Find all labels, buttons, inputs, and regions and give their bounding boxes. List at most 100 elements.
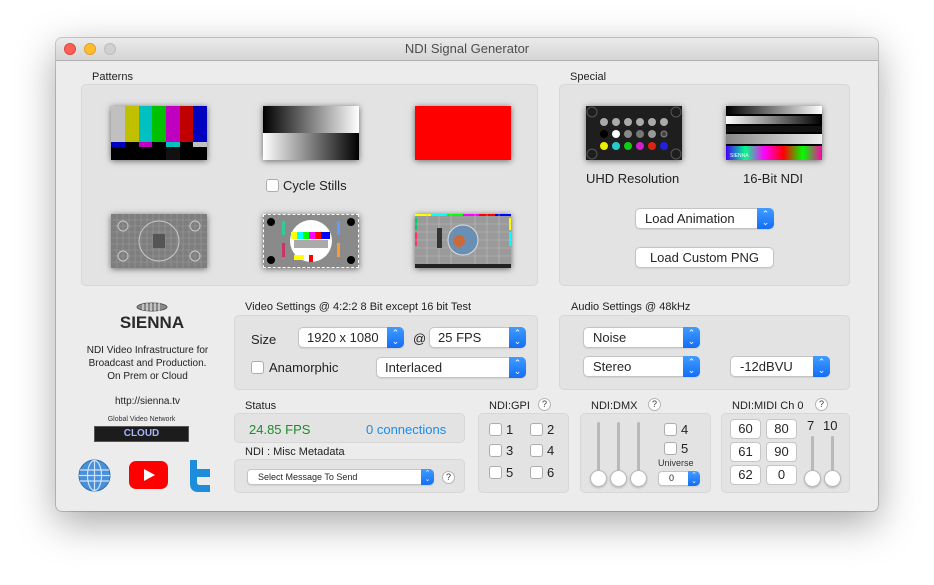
- midi-slider-10[interactable]: [824, 470, 841, 487]
- special-uhd-resolution[interactable]: [586, 106, 682, 160]
- audio-channels-popup[interactable]: Stereo ⌃ ⌄: [583, 356, 700, 377]
- pattern-color-bars[interactable]: [111, 106, 207, 160]
- gpi-label-4: 4: [547, 443, 555, 458]
- youtube-icon[interactable]: [129, 461, 168, 489]
- chevron-updown-icon: ⌃ ⌄: [509, 357, 526, 378]
- pattern-test-card-f[interactable]: [415, 214, 511, 268]
- dmx-checkbox-5[interactable]: [664, 442, 677, 455]
- gpi-label-3: 3: [506, 443, 514, 458]
- pattern-pm5544[interactable]: [263, 214, 359, 268]
- pattern-grayscale[interactable]: [263, 106, 359, 160]
- title-bar[interactable]: NDI Signal Generator: [56, 38, 878, 61]
- scan-mode-popup[interactable]: Interlaced ⌃ ⌄: [376, 357, 526, 378]
- gpi-checkbox-6[interactable]: [530, 466, 543, 479]
- grid-test-card-icon: [111, 214, 207, 268]
- dmx-label: NDI:DMX: [591, 400, 638, 412]
- brand-url-link[interactable]: http://sienna.tv: [70, 396, 225, 407]
- global-video-network-label: Global Video Network: [107, 416, 176, 423]
- pattern-grid-card[interactable]: [111, 214, 207, 268]
- color-bars-icon: [111, 106, 207, 160]
- dmx-slider-2[interactable]: [610, 470, 627, 487]
- gpi-label-5: 5: [506, 465, 514, 480]
- gpi-label-6: 6: [547, 465, 555, 480]
- audio-level-popup[interactable]: -12dBVU ⌃ ⌄: [730, 356, 830, 377]
- at-label: @: [413, 331, 427, 346]
- midi-slider-label-10: 10: [823, 418, 838, 433]
- gpi-help-button[interactable]: ?: [538, 398, 551, 411]
- size-popup[interactable]: 1920 x 1080 ⌃ ⌄: [298, 327, 404, 348]
- special-16bit-ndi[interactable]: SIENNA: [726, 106, 822, 160]
- gpi-label-1: 1: [506, 422, 514, 437]
- chevron-updown-icon: ⌃ ⌄: [688, 471, 700, 486]
- uhd-test-chart-icon: [586, 106, 682, 160]
- test-card-f-icon: [415, 214, 511, 268]
- midi-value-90[interactable]: 90: [766, 442, 797, 462]
- gpi-checkbox-2[interactable]: [530, 423, 543, 436]
- pattern-red[interactable]: [415, 106, 511, 160]
- dmx-help-button[interactable]: ?: [648, 398, 661, 411]
- metadata-message-popup[interactable]: Select Message To Send ⌃ ⌄: [247, 469, 434, 485]
- size-label: Size: [251, 332, 277, 347]
- dmx-slider-1[interactable]: [590, 470, 607, 487]
- audio-signal-popup[interactable]: Noise ⌃ ⌄: [583, 327, 700, 348]
- cloud-badge[interactable]: CLOUD: [94, 426, 189, 442]
- metadata-message-value: Select Message To Send: [258, 472, 358, 482]
- app-window: NDI Signal Generator Patterns Cycle Stil…: [56, 38, 878, 511]
- tagline-line-1: NDI Video Infrastructure for: [86, 345, 209, 356]
- metadata-label: NDI : Misc Metadata: [245, 446, 345, 458]
- midi-value-0[interactable]: 0: [766, 465, 797, 485]
- fps-value: 25 FPS: [438, 330, 482, 345]
- midi-value-62[interactable]: 62: [730, 465, 761, 485]
- sienna-logo[interactable]: SIENNA: [117, 300, 187, 332]
- audio-channels-value: Stereo: [593, 359, 632, 374]
- video-settings-label: Video Settings @ 4:2:2 8 Bit except 16 b…: [245, 301, 472, 313]
- dmx-checkbox-4[interactable]: [664, 423, 677, 436]
- cycle-stills-checkbox[interactable]: [266, 179, 279, 192]
- globe-icon[interactable]: [78, 459, 111, 492]
- load-animation-popup[interactable]: Load Animation ⌃ ⌄: [635, 208, 774, 229]
- gpi-checkbox-5[interactable]: [489, 466, 502, 479]
- fps-popup[interactable]: 25 FPS ⌃ ⌄: [429, 327, 526, 348]
- gpi-checkbox-3[interactable]: [489, 444, 502, 457]
- gpi-label-2: 2: [547, 422, 555, 437]
- chevron-updown-icon: ⌃ ⌄: [421, 469, 434, 485]
- midi-value-80[interactable]: 80: [766, 419, 797, 439]
- audio-signal-value: Noise: [593, 330, 627, 345]
- midi-slider-label-7: 7: [807, 418, 815, 433]
- chevron-updown-icon: ⌃ ⌄: [387, 327, 404, 348]
- 16bit-gradient-icon: SIENNA: [726, 106, 822, 160]
- status-label: Status: [245, 400, 277, 412]
- chevron-updown-icon: ⌃ ⌄: [683, 327, 700, 348]
- midi-value-60[interactable]: 60: [730, 419, 761, 439]
- tagline-line-2: Broadcast and Production.: [88, 358, 207, 369]
- pm5544-test-card-icon: [267, 218, 355, 264]
- load-animation-label: Load Animation: [645, 211, 735, 226]
- universe-value: 0: [669, 473, 675, 483]
- twitter-icon[interactable]: [188, 458, 212, 492]
- chevron-updown-icon: ⌃ ⌄: [509, 327, 526, 348]
- load-custom-png-button[interactable]: Load Custom PNG: [635, 247, 774, 268]
- midi-help-button[interactable]: ?: [815, 398, 828, 411]
- special-label: Special: [570, 71, 607, 83]
- gpi-checkbox-4[interactable]: [530, 444, 543, 457]
- chevron-updown-icon: ⌃ ⌄: [813, 356, 830, 377]
- dmx-check-label-4: 4: [681, 422, 689, 437]
- cycle-stills-label: Cycle Stills: [283, 178, 347, 193]
- midi-slider-7[interactable]: [804, 470, 821, 487]
- dmx-slider-3[interactable]: [630, 470, 647, 487]
- dmx-check-label-5: 5: [681, 441, 689, 456]
- midi-value-61[interactable]: 61: [730, 442, 761, 462]
- gpi-checkbox-1[interactable]: [489, 423, 502, 436]
- metadata-help-button[interactable]: ?: [442, 471, 455, 484]
- universe-label: Universe: [658, 458, 694, 468]
- fps-readout: 24.85 FPS: [249, 422, 311, 437]
- anamorphic-checkbox[interactable]: [251, 361, 264, 374]
- connections-readout: 0 connections: [366, 422, 447, 437]
- audio-settings-label: Audio Settings @ 48kHz: [571, 301, 691, 313]
- gpi-label: NDI:GPI: [489, 400, 530, 412]
- universe-popup[interactable]: 0 ⌃ ⌄: [658, 471, 700, 486]
- svg-text:SIENNA: SIENNA: [730, 153, 749, 159]
- scan-mode-value: Interlaced: [385, 360, 443, 375]
- tagline-line-3: On Prem or Cloud: [107, 371, 188, 382]
- uhd-resolution-label: UHD Resolution: [586, 171, 680, 186]
